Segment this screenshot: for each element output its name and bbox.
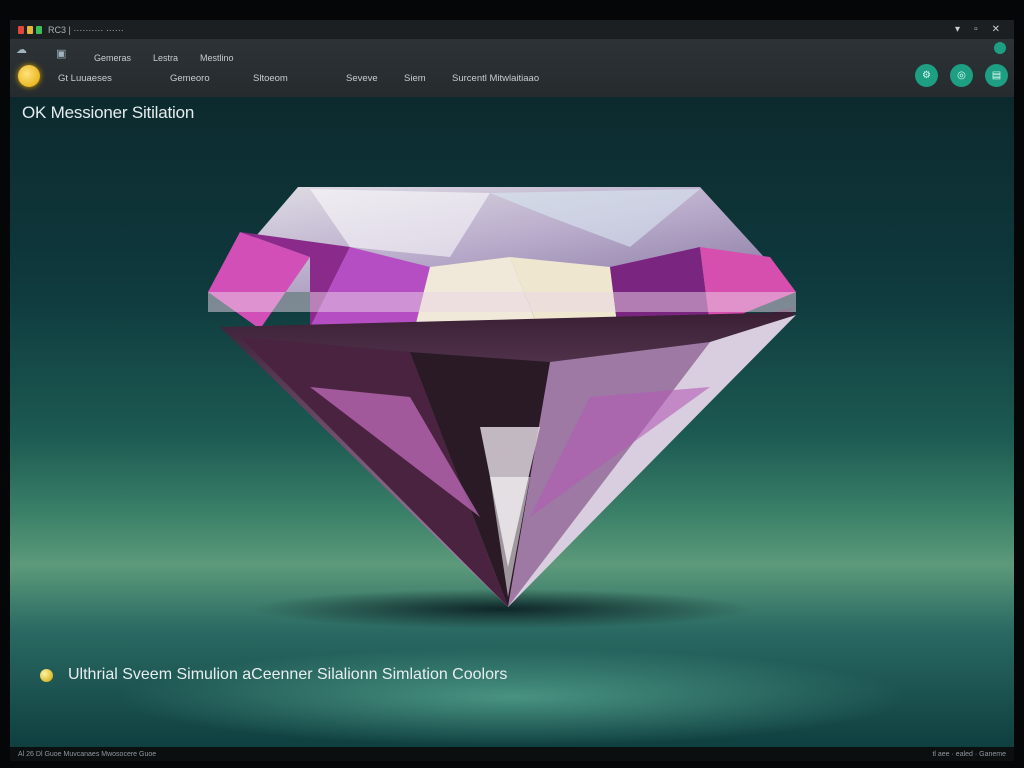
menu-item[interactable]: Surcentl Mitwlaitiaao — [452, 73, 539, 84]
window-title: RC3 | ·········· ······ — [48, 24, 124, 35]
menu-item[interactable]: Siem — [404, 73, 426, 84]
status-right: tl aee · ealed · Ganeme — [932, 750, 1006, 758]
menu-item[interactable]: Gt Luuaeses — [58, 73, 112, 84]
menu-item[interactable]: Gemeoro — [170, 73, 210, 84]
target-icon[interactable]: ◎ — [950, 64, 973, 87]
toolbar: ☁ ▣ Gemeras Lestra Mestlino Gt Luuaeses … — [10, 39, 1014, 98]
restore-control[interactable]: ▫ — [974, 24, 978, 35]
minimize-dot[interactable] — [27, 25, 33, 34]
simulation-viewport[interactable]: OK Messioner Sitilation Ulthrial Sveem S… — [10, 97, 1014, 747]
menu-item[interactable]: Mestlino — [200, 53, 234, 63]
cloud-icon[interactable]: ☁ — [16, 43, 27, 56]
dropdown-control[interactable]: ▾ — [955, 24, 960, 35]
menu-item[interactable]: Seveve — [346, 73, 378, 84]
secondary-menu: Gt Luuaeses Gemeoro Sltoeom Seveve Siem … — [10, 73, 610, 87]
status-bar: Al 26 Dl Guoe Muvcanaes Mwosocere Guoe t… — [10, 747, 1014, 761]
simulation-caption: Ulthrial Sveem Simulion aCeenner Silalio… — [68, 666, 508, 683]
close-dot[interactable] — [18, 25, 24, 34]
menu-item[interactable]: Lestra — [153, 53, 178, 63]
maximize-dot[interactable] — [36, 25, 42, 34]
diamond-render — [208, 187, 796, 629]
panel-icon[interactable]: ▤ — [985, 64, 1008, 87]
menu-item[interactable]: Sltoeom — [253, 73, 288, 84]
window-dots — [18, 25, 42, 34]
notification-icon[interactable] — [994, 42, 1006, 54]
top-menu: Gemeras Lestra Mestlino — [94, 53, 234, 63]
menu-item[interactable]: Gemeras — [94, 53, 131, 63]
status-left: Al 26 Dl Guoe Muvcanaes Mwosocere Guoe — [18, 750, 157, 758]
title-bar: RC3 | ·········· ······ ▾ ▫ ✕ — [10, 20, 1014, 39]
app-grid-icon[interactable]: ▣ — [56, 47, 66, 60]
gear-icon[interactable]: ⚙ — [915, 64, 938, 87]
caption-bullet-icon — [40, 669, 53, 682]
close-control[interactable]: ✕ — [992, 24, 1000, 35]
